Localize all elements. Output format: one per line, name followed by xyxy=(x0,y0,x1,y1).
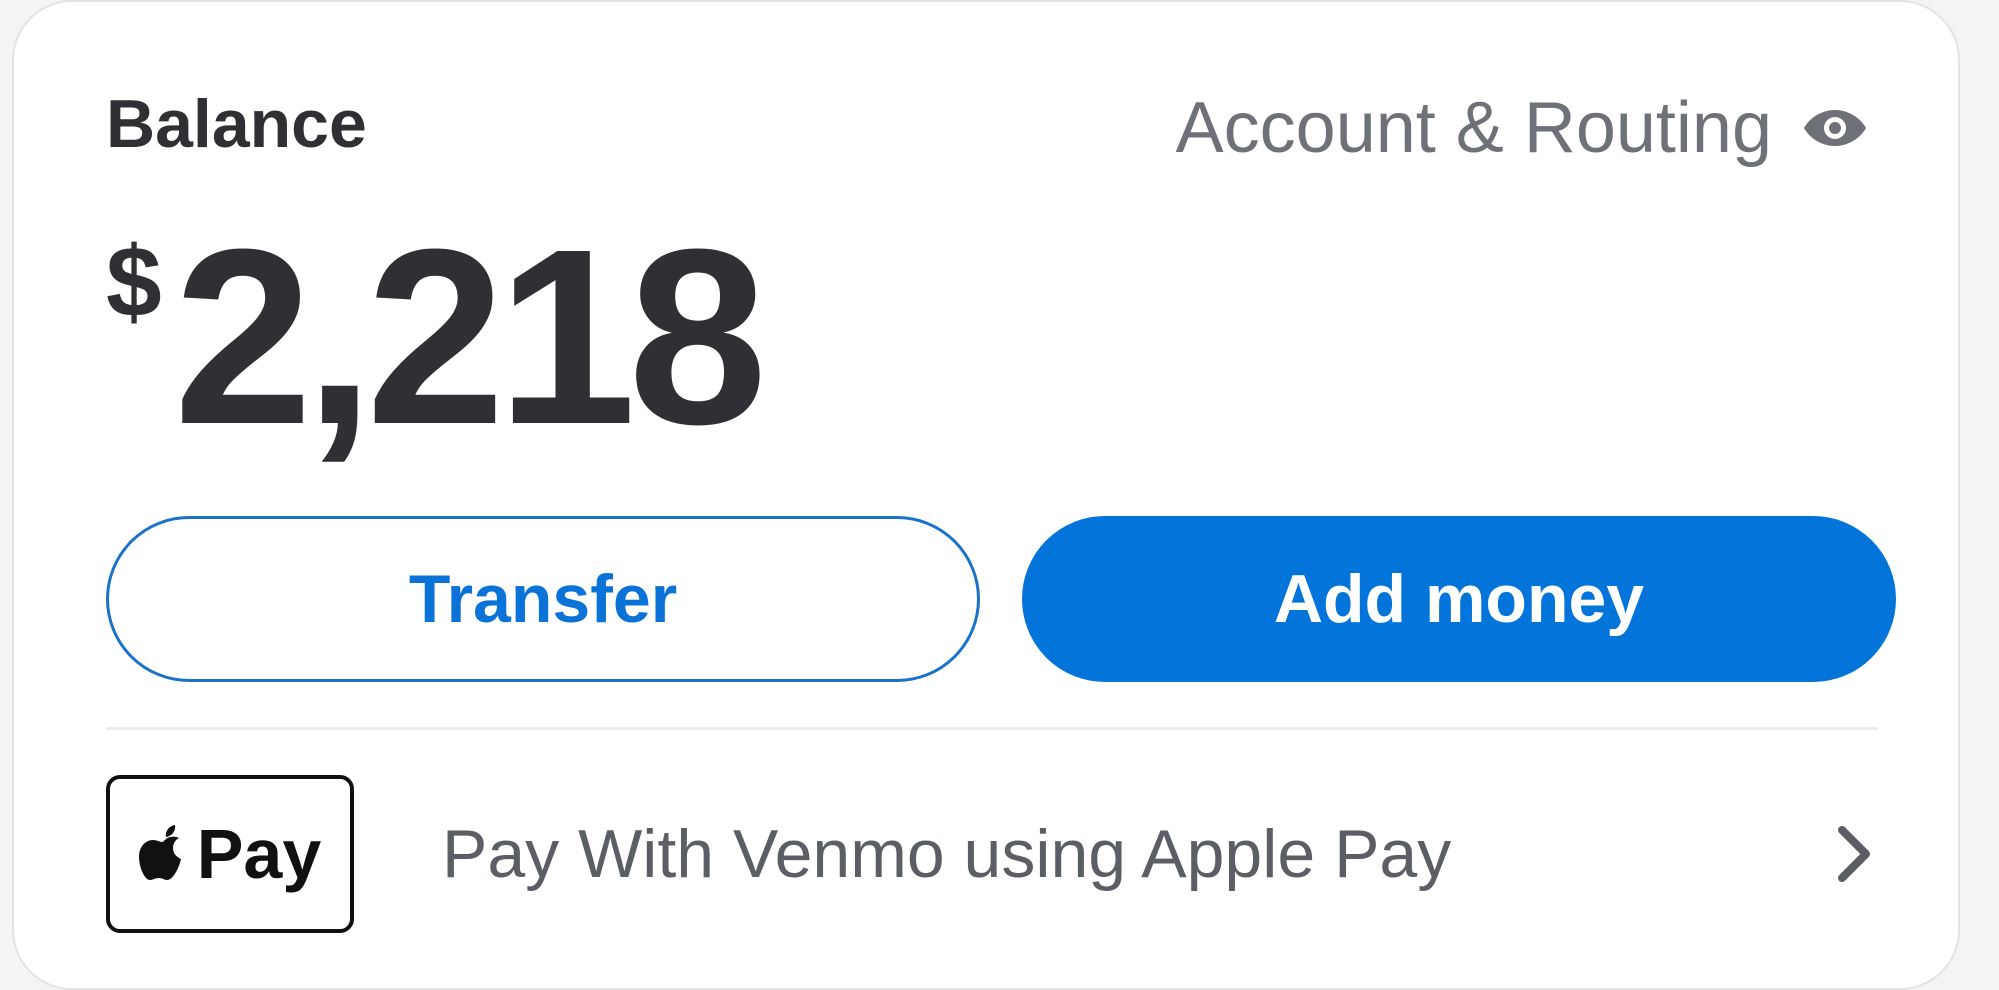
apple-pay-label: Pay With Venmo using Apple Pay xyxy=(442,816,1452,892)
apple-logo-icon xyxy=(138,825,181,880)
transfer-button[interactable]: Transfer xyxy=(106,516,980,682)
balance-amount: $ 2,218 xyxy=(106,197,768,476)
account-routing-label: Account & Routing xyxy=(1175,88,1772,168)
add-money-button-label: Add money xyxy=(1273,561,1645,637)
apple-pay-badge: Pay xyxy=(106,775,354,933)
chevron-right-icon xyxy=(1838,826,1870,882)
balance-label: Balance xyxy=(106,86,367,162)
transfer-button-label: Transfer xyxy=(408,561,678,637)
divider xyxy=(106,727,1878,730)
account-routing-link[interactable]: Account & Routing xyxy=(1176,92,1868,164)
add-money-button[interactable]: Add money xyxy=(1022,516,1896,682)
balance-value: 2,218 xyxy=(173,197,768,476)
apple-pay-badge-text: Pay xyxy=(196,815,322,893)
eye-icon[interactable] xyxy=(1802,106,1868,150)
apple-pay-row[interactable]: Pay Pay With Venmo using Apple Pay xyxy=(106,774,1878,934)
balance-card: Balance Account & Routing $ 2,218 Transf… xyxy=(12,0,1960,990)
currency-symbol: $ xyxy=(106,226,162,338)
